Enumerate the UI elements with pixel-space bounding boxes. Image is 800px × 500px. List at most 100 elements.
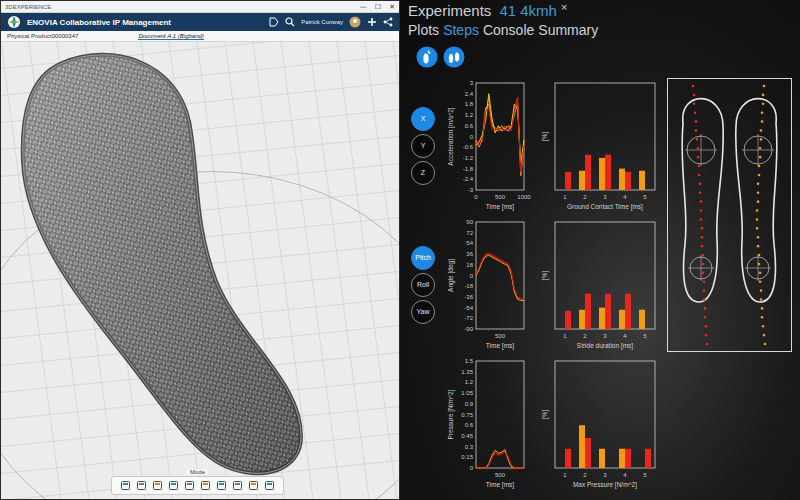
axis-button[interactable]: Roll xyxy=(411,273,435,297)
map-frame xyxy=(668,79,792,352)
y-tick: 90 xyxy=(466,219,473,225)
bar xyxy=(625,294,631,329)
settings-icon[interactable] xyxy=(264,480,275,491)
y-tick: 0 xyxy=(470,465,474,471)
trajectory-point xyxy=(693,94,696,97)
x-tick: 4 xyxy=(623,194,627,200)
bar xyxy=(645,449,651,468)
trajectory-point xyxy=(756,218,759,221)
bar xyxy=(599,449,605,468)
undo-icon[interactable] xyxy=(168,480,179,491)
left-foot-icon[interactable] xyxy=(416,46,438,68)
tab[interactable]: Console xyxy=(483,22,534,40)
redo-icon[interactable] xyxy=(184,480,195,491)
axis-button[interactable]: Pitch xyxy=(411,246,435,270)
trajectory-point xyxy=(759,156,762,159)
bar xyxy=(585,294,591,329)
y-tick: 1.5 xyxy=(465,358,474,364)
bar-chart: [%]12345Ground Contact Time [ms] xyxy=(539,78,659,213)
x-tick: 4 xyxy=(623,333,627,339)
y-tick: -3 xyxy=(468,187,474,193)
trajectory-point xyxy=(705,325,708,328)
trajectory-point xyxy=(702,263,705,266)
window-control[interactable]: ☐ xyxy=(375,2,381,12)
plot-frame xyxy=(555,361,655,468)
paste-icon[interactable] xyxy=(152,480,163,491)
tab[interactable]: Plots xyxy=(408,22,439,40)
bar xyxy=(565,449,571,468)
toolbar-icons xyxy=(111,476,284,495)
trajectory-point xyxy=(757,236,760,239)
panel-header: Experiments41 4kmh×PlotsStepsConsoleSumm… xyxy=(408,2,800,40)
grid-line xyxy=(365,42,399,499)
y-tick: 1.35 xyxy=(461,369,473,375)
tab[interactable]: Steps xyxy=(443,22,479,40)
tab[interactable]: Summary xyxy=(538,22,598,40)
trajectory-point xyxy=(756,227,759,230)
series-line xyxy=(476,450,524,469)
series-line xyxy=(476,452,524,468)
cut-icon[interactable] xyxy=(120,480,131,491)
trajectory-point xyxy=(759,147,762,150)
trajectory-point xyxy=(693,102,696,105)
grid-line xyxy=(393,42,399,499)
trajectory-point xyxy=(761,111,764,114)
bar xyxy=(625,172,631,190)
screen: 3DEXPERIENCE—☐✕ENOVIA Collaborative IP M… xyxy=(0,0,800,500)
y-tick: 3 xyxy=(470,80,474,86)
y-tick: 0.75 xyxy=(461,412,473,418)
y-axis-label: Angle [deg] xyxy=(447,259,455,292)
trajectory-point xyxy=(763,334,766,337)
y-tick: -54 xyxy=(464,305,473,311)
window-control[interactable]: ✕ xyxy=(389,2,395,12)
app-title: ENOVIA Collaborative IP Management xyxy=(27,18,171,27)
bar xyxy=(645,329,651,330)
user-name[interactable]: Patrick Conway xyxy=(301,19,343,25)
axis-button[interactable]: Yaw xyxy=(411,300,435,324)
x-axis-label: Time [ms] xyxy=(486,481,514,489)
bar xyxy=(559,329,565,330)
foot-map xyxy=(667,78,792,352)
bar xyxy=(619,449,625,468)
both-feet-icon[interactable] xyxy=(443,46,465,68)
trajectory-point xyxy=(701,227,704,230)
bar xyxy=(579,171,585,190)
document-tab[interactable]: Document A.1 (Bigband) xyxy=(138,33,203,40)
search-icon[interactable] xyxy=(285,17,295,27)
tag-icon[interactable] xyxy=(269,17,279,27)
axis-button[interactable]: X xyxy=(411,107,435,131)
trajectory-point xyxy=(763,85,766,88)
trajectory-point xyxy=(703,298,706,301)
x-axis-label: Max Pressure [N/m^2] xyxy=(573,481,637,489)
measure-icon[interactable] xyxy=(216,480,227,491)
breadcrumb-bar: Physical Product00000347 Document A.1 (Bi… xyxy=(1,31,399,42)
share-icon[interactable] xyxy=(383,17,393,27)
axis-button[interactable]: Y xyxy=(411,134,435,158)
bar xyxy=(565,172,571,190)
select-icon[interactable] xyxy=(200,480,211,491)
avatar-icon[interactable] xyxy=(349,16,361,28)
compass-icon[interactable] xyxy=(7,15,21,29)
section-icon[interactable] xyxy=(232,480,243,491)
trajectory-point xyxy=(697,147,700,150)
x-axis-label: Ground Contact Time [ms] xyxy=(567,203,643,211)
x-axis-label: Time [ms] xyxy=(486,203,514,211)
breadcrumb[interactable]: Physical Product00000347 xyxy=(7,33,78,39)
axis-button[interactable]: Z xyxy=(411,161,435,185)
trajectory-point xyxy=(758,263,761,266)
trajectory-point xyxy=(703,280,706,283)
window-control[interactable]: — xyxy=(360,2,367,12)
y-tick: 2.4 xyxy=(465,91,474,97)
render-icon[interactable] xyxy=(248,480,259,491)
close-button[interactable]: × xyxy=(561,2,567,12)
trajectory-point xyxy=(701,245,704,248)
app-tools: Patrick Conway xyxy=(269,16,393,28)
copy-icon[interactable] xyxy=(136,480,147,491)
trajectory-point xyxy=(700,218,703,221)
viewport[interactable]: Mode xyxy=(1,42,399,499)
foot-outline xyxy=(682,99,723,302)
plus-icon[interactable] xyxy=(367,17,377,27)
trajectory-point xyxy=(760,138,763,141)
insole-model[interactable] xyxy=(23,55,301,473)
model-view[interactable] xyxy=(1,42,399,499)
